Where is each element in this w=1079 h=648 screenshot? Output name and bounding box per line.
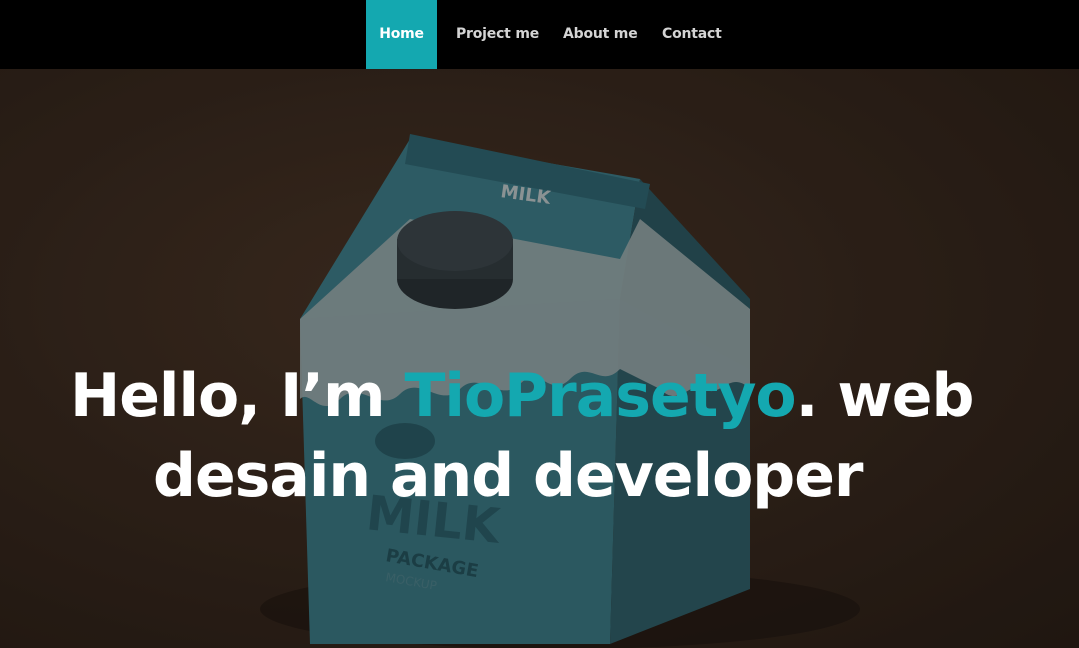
name-highlight: TioPrasetyo (404, 361, 796, 431)
headline-line-1: Hello, I’m TioPrasetyo. web (70, 355, 975, 437)
nav-project-me[interactable]: Project me (456, 0, 539, 69)
nav-home[interactable]: Home (366, 0, 437, 69)
nav-about-me[interactable]: About me (563, 0, 638, 69)
top-navbar: Home Project me About me Contact (0, 0, 1079, 69)
headline-line-2: desain and developer (153, 441, 864, 511)
after-name-text: . web (795, 361, 975, 431)
nav-contact[interactable]: Contact (662, 0, 722, 69)
hero-section: MILK MILK PACKAGE MOCKUP Hello, I’m TioP… (0, 69, 1079, 648)
greeting-text: Hello, I’m (70, 361, 405, 431)
